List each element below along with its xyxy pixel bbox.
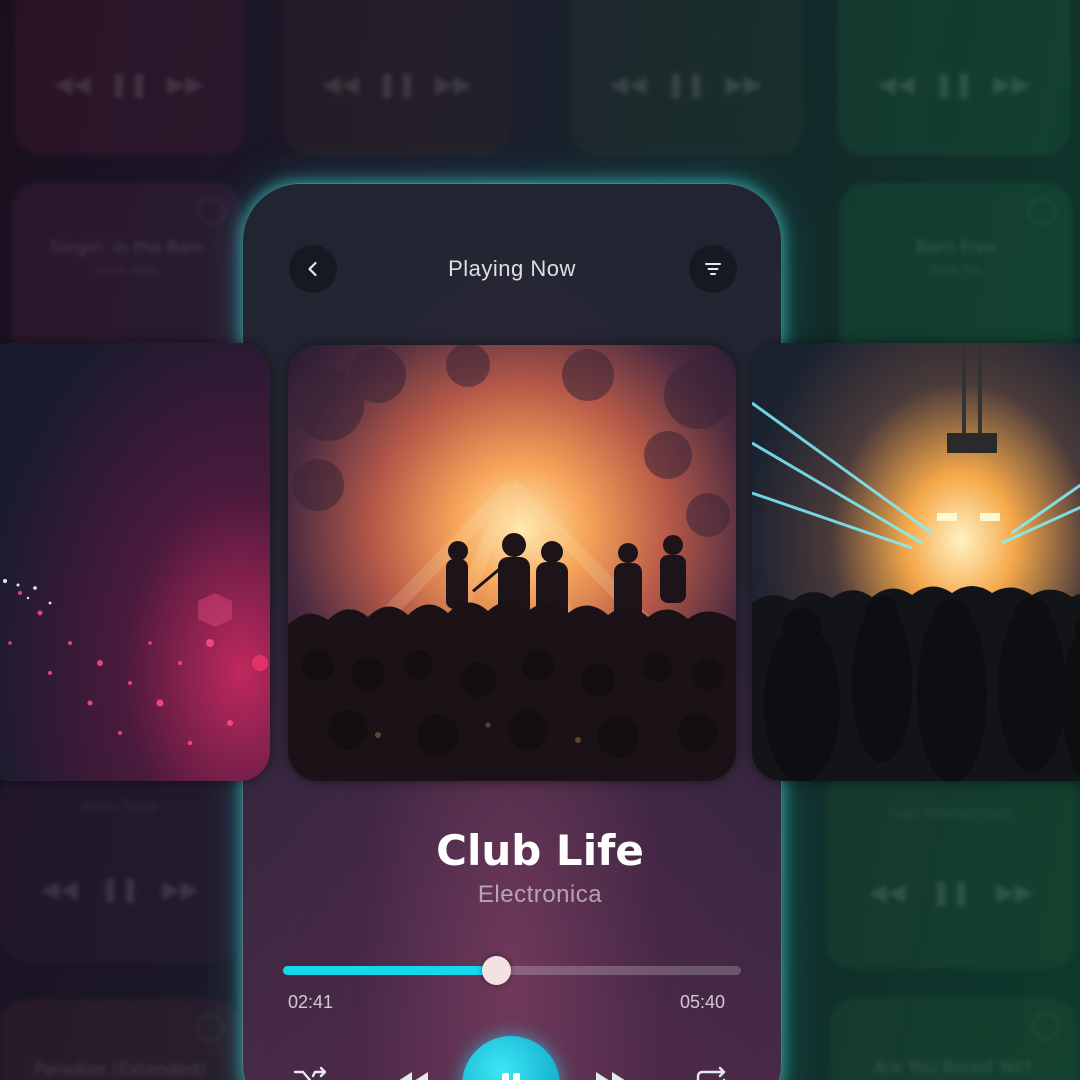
song-title: Club Life [436, 826, 644, 875]
bg-card-title: Born Free [915, 238, 997, 258]
bg-card: ◀◀ ❚❚ ▶▶ [838, 0, 1070, 155]
bg-card-subtitle: Gene Kelly [95, 263, 159, 277]
filter-icon [705, 263, 721, 275]
progress-thumb[interactable] [481, 956, 511, 985]
bg-card: Are You Bored Yet? [830, 998, 1076, 1080]
bg-card-title: Are You Bored Yet? [873, 1058, 1033, 1078]
total-time: 05:40 [680, 992, 726, 1012]
elapsed-time: 02:41 [288, 992, 334, 1012]
bg-more-icon [1032, 1012, 1060, 1040]
album-art-previous[interactable] [0, 343, 270, 781]
bg-more-icon [1028, 197, 1056, 225]
bg-more-icon [198, 197, 226, 225]
progress-bar[interactable] [283, 956, 741, 985]
bg-card-subtitle: Jimmy Taylor [81, 800, 159, 814]
bg-card: ◀◀ ❚❚ ▶▶ [570, 0, 802, 155]
bg-card-subtitle: Logic Entertainment [890, 806, 1012, 820]
fast-forward-icon [596, 1072, 625, 1080]
bg-card: ◀◀ ❚❚ ▶▶ [15, 0, 243, 155]
song-genre: Electronica [477, 881, 603, 908]
bokeh-artwork [0, 343, 270, 781]
pause-icon [502, 1073, 520, 1080]
progress-fill [283, 966, 496, 975]
rewind-icon [399, 1072, 428, 1080]
previous-button[interactable] [392, 1066, 432, 1080]
concert-artwork [288, 345, 736, 781]
shuffle-button[interactable] [290, 1064, 332, 1080]
shuffle-icon [293, 1066, 327, 1080]
repeat-icon [696, 1066, 726, 1080]
bg-card: Paradise (Extended) [0, 1000, 240, 1080]
bg-card-subtitle: Mike Tyo [930, 263, 982, 277]
club-crowd-artwork [752, 343, 1080, 781]
repeat-button[interactable] [690, 1064, 732, 1080]
bg-more-icon [196, 1014, 224, 1042]
bg-card: ◀◀ ❚❚ ▶▶ [283, 0, 511, 155]
next-button[interactable] [592, 1066, 632, 1080]
menu-button[interactable] [689, 245, 737, 293]
album-art-next[interactable] [752, 343, 1080, 781]
album-art-current[interactable] [288, 345, 736, 781]
bg-card-title: Paradise (Extended) [34, 1060, 206, 1080]
bg-card-title: Singin' in the Rain [49, 238, 205, 258]
